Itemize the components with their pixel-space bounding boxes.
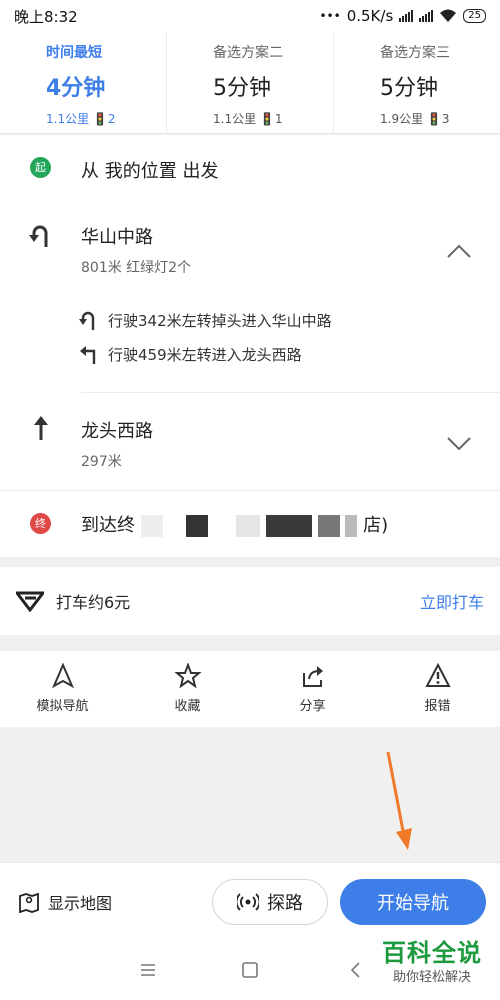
action-bar: 模拟导航 收藏 分享 报错 (0, 651, 500, 727)
route-option-fastest[interactable]: 时间最短 4分钟 1.1公里 🚦2 (0, 32, 167, 133)
simulate-nav-button[interactable]: 模拟导航 (0, 651, 125, 727)
navigation-arrow-icon (51, 663, 74, 689)
radar-icon (237, 892, 259, 911)
route-duration: 5分钟 (380, 76, 438, 101)
u-turn-icon (29, 225, 48, 247)
more-dots-icon: ••• (319, 9, 341, 23)
route-distance: 1.1公里 (213, 112, 257, 126)
wifi-icon (440, 9, 457, 22)
redacted-block (345, 515, 358, 537)
watermark-subtitle: 助你轻松解决 (392, 970, 471, 985)
battery-icon: 25 (463, 9, 486, 23)
end-text: 到达终 店) (81, 511, 388, 537)
explore-route-button[interactable]: 探路 (212, 878, 328, 925)
status-time: 晚上8:32 (14, 7, 78, 26)
redacted-block (186, 515, 209, 537)
action-label: 模拟导航 (36, 699, 89, 714)
status-indicators: ••• 0.5K/s 25 (319, 7, 486, 25)
u-turn-small-icon (79, 311, 95, 330)
route-steps: 起 从 我的位置 出发 华山中路 801米 红绿灯2个 行驶342米左转掉头进入… (0, 135, 500, 557)
sub-step-1: 行驶342米左转掉头进入华山中路 (78, 309, 332, 331)
signal-2-icon (419, 10, 434, 22)
route-duration: 4分钟 (46, 76, 106, 101)
route-meta: 1.1公里 🚦2 (46, 110, 166, 127)
watermark-title: 百科全说 (382, 939, 482, 967)
star-icon (174, 663, 201, 689)
favorite-button[interactable]: 收藏 (125, 651, 250, 727)
step-start: 起 从 我的位置 出发 (0, 135, 500, 201)
chevron-up-icon[interactable] (446, 243, 472, 259)
route-meta: 1.9公里 🚦3 (380, 110, 500, 127)
start-badge: 起 (30, 157, 51, 178)
end-badge: 终 (30, 513, 51, 534)
call-taxi-link[interactable]: 立即打车 (420, 589, 484, 613)
warning-icon (424, 663, 451, 687)
end-text-prefix: 到达终 (81, 515, 135, 536)
route-distance: 1.1公里 (46, 112, 90, 126)
chevron-down-icon[interactable] (446, 435, 472, 451)
action-label: 分享 (299, 699, 326, 714)
road-detail: 297米 (81, 454, 122, 470)
map-pin-icon (19, 892, 39, 913)
sub-step-text: 行驶459米左转进入龙头西路 (108, 345, 302, 364)
route-option-two[interactable]: 备选方案二 5分钟 1.1公里 🚦1 (167, 32, 334, 133)
home-icon[interactable] (240, 960, 260, 980)
share-button[interactable]: 分享 (250, 651, 375, 727)
route-options: 时间最短 4分钟 1.1公里 🚦2 备选方案二 5分钟 1.1公里 🚦1 备选方… (0, 32, 500, 134)
bottom-bar: 显示地图 探路 开始导航 (0, 862, 500, 940)
road-name: 龙头西路 (81, 421, 153, 442)
end-text-suffix: 店) (363, 515, 389, 536)
turn-left-icon (80, 346, 96, 364)
redacted-block (317, 515, 340, 537)
action-label: 收藏 (174, 699, 201, 714)
route-name: 备选方案三 (380, 45, 450, 61)
sub-step-2: 行驶459米左转进入龙头西路 (78, 343, 302, 365)
action-label: 报错 (424, 699, 451, 714)
route-option-three[interactable]: 备选方案三 5分钟 1.9公里 🚦3 (334, 32, 500, 133)
watermark: 百科全说 助你轻松解决 (370, 936, 494, 992)
traffic-light-icon: 🚦 (426, 112, 442, 126)
route-lights: 1 (274, 112, 283, 126)
annotation-arrow-icon (386, 751, 412, 850)
explore-label: 探路 (267, 892, 303, 914)
redacted-block (236, 515, 261, 537)
road-name: 华山中路 (81, 227, 153, 248)
route-lights: 3 (441, 112, 450, 126)
menu-icon[interactable] (138, 960, 158, 980)
step-segment-longtou[interactable]: 龙头西路 297米 (0, 393, 500, 491)
start-text: 从 我的位置 出发 (81, 161, 219, 182)
network-speed: 0.5K/s (346, 7, 394, 25)
share-icon (302, 666, 323, 687)
route-duration: 5分钟 (213, 76, 271, 101)
show-map-button[interactable]: 显示地图 (18, 890, 212, 914)
route-lights: 2 (107, 112, 116, 126)
straight-arrow-icon (34, 416, 48, 440)
route-meta: 1.1公里 🚦1 (213, 110, 333, 127)
route-distance: 1.9公里 (380, 112, 424, 126)
status-bar: 晚上8:32 ••• 0.5K/s 25 (0, 0, 500, 32)
show-map-label: 显示地图 (48, 893, 113, 913)
step-segment-huashan[interactable]: 华山中路 801米 红绿灯2个 行驶342米左转掉头进入华山中路 行驶459米左… (0, 201, 500, 393)
route-name: 时间最短 (46, 45, 102, 61)
report-error-button[interactable]: 报错 (375, 651, 500, 727)
route-name: 备选方案二 (213, 45, 283, 61)
traffic-light-icon: 🚦 (259, 112, 275, 126)
taxi-logo-icon (16, 591, 44, 612)
redacted-block (140, 515, 163, 537)
sub-step-text: 行驶342米左转掉头进入华山中路 (108, 311, 332, 330)
start-navigation-button[interactable]: 开始导航 (340, 878, 486, 925)
step-end: 终 到达终 店) (0, 491, 500, 557)
traffic-light-icon: 🚦 (92, 112, 108, 126)
redacted-block (265, 515, 312, 537)
road-detail: 801米 红绿灯2个 (81, 260, 192, 276)
taxi-fare: 打车约6元 (56, 593, 131, 612)
signal-1-icon (399, 10, 414, 22)
back-icon[interactable] (346, 960, 366, 980)
taxi-card: 打车约6元 立即打车 (0, 567, 500, 635)
